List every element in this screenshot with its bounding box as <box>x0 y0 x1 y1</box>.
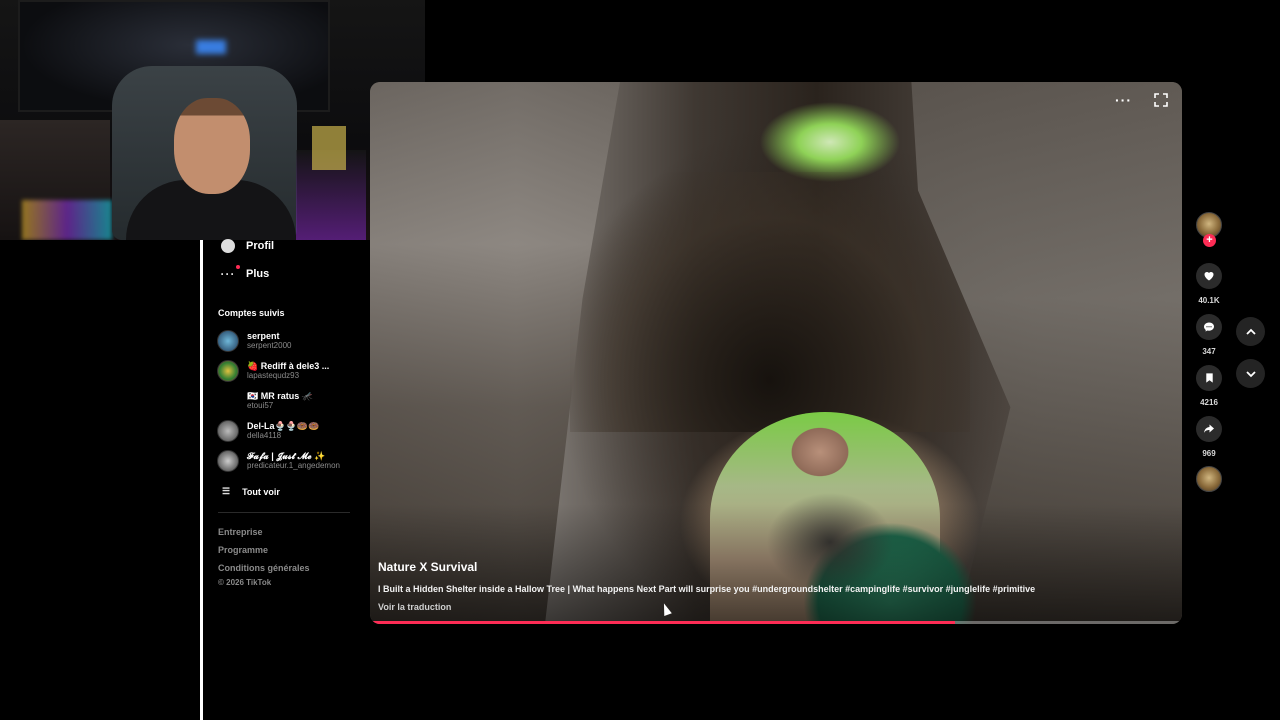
comment-icon <box>1204 322 1214 332</box>
see-all-label: Tout voir <box>242 486 280 497</box>
account-name: 🇰🇷 MR ratus 🦟 <box>247 391 313 401</box>
account-name: serpent <box>247 331 280 341</box>
video-scene-arch <box>570 172 970 432</box>
streamer-head <box>174 98 250 194</box>
see-all-link[interactable]: ☰ Tout voir <box>222 486 280 497</box>
video-player[interactable]: ··· Nature X Survival I Built a Hidden S… <box>370 82 1182 624</box>
share-icon <box>1204 424 1214 433</box>
fullscreen-icon[interactable] <box>1154 93 1168 107</box>
avatar <box>217 360 239 382</box>
sidebar-item-profile[interactable]: Profil <box>220 238 274 254</box>
account-username: etoui57 <box>247 401 274 410</box>
followed-account[interactable]: 𝓕𝓪𝓯𝓪 | 𝓙𝓾𝓼𝓽 𝓜𝓮 ✨ predicateur.1_angedemon <box>217 450 340 472</box>
more-icon: ··· <box>220 265 240 282</box>
sidebar-item-more[interactable]: ··· Plus <box>220 265 270 282</box>
avatar <box>217 330 239 352</box>
see-translation-link[interactable]: Voir la traduction <box>378 602 451 612</box>
bookmark-icon <box>1205 373 1213 383</box>
followed-account[interactable]: 🇰🇷 MR ratus 🦟 etoui57 <box>217 390 313 412</box>
video-bottom-shade <box>370 504 1182 624</box>
comment-button[interactable] <box>1196 314 1222 340</box>
save-button[interactable] <box>1196 365 1222 391</box>
avatar <box>217 390 239 412</box>
followed-accounts-title: Comptes suivis <box>218 308 285 318</box>
share-count: 969 <box>1202 449 1216 458</box>
sidebar-item-label: Profil <box>246 240 275 252</box>
profile-icon <box>220 238 236 254</box>
footer-link-company[interactable]: Entreprise <box>218 527 263 537</box>
more-options-icon[interactable]: ··· <box>1115 92 1132 108</box>
sidebar-item-label: Plus <box>246 268 270 280</box>
account-name: 𝓕𝓪𝓯𝓪 | 𝓙𝓾𝓼𝓽 𝓜𝓮 ✨ <box>247 451 326 461</box>
save-count: 4216 <box>1200 398 1218 407</box>
followed-account[interactable]: 🍓 Rediff à dele3 ... lapastequdz93 <box>217 360 329 382</box>
copyright: © 2026 TikTok <box>218 578 272 587</box>
follow-plus-icon[interactable]: + <box>1203 234 1216 247</box>
heart-icon <box>1204 272 1214 281</box>
comment-count: 347 <box>1202 347 1216 356</box>
previous-video-button[interactable] <box>1236 317 1265 346</box>
next-video-button[interactable] <box>1236 359 1265 388</box>
account-name: Del-La🍨🍨🍩🍩 <box>247 421 320 431</box>
music-disc-avatar[interactable] <box>1196 466 1222 492</box>
like-button[interactable] <box>1196 263 1222 289</box>
neon-light <box>22 200 112 240</box>
background-box <box>312 126 346 170</box>
followed-account[interactable]: serpent serpent2000 <box>217 330 291 352</box>
video-description: I Built a Hidden Shelter inside a Hallow… <box>378 584 1036 594</box>
avatar <box>217 420 239 442</box>
like-count: 40.1K <box>1198 296 1220 305</box>
webcam-overlay <box>0 0 425 240</box>
avatar <box>217 450 239 472</box>
share-button[interactable] <box>1196 416 1222 442</box>
account-username: della4118 <box>247 431 282 440</box>
video-top-controls: ··· <box>1115 92 1168 108</box>
video-author[interactable]: Nature X Survival <box>378 560 477 574</box>
account-username: serpent2000 <box>247 341 292 350</box>
footer-link-terms[interactable]: Conditions générales <box>218 563 310 573</box>
chevron-down-icon <box>1245 370 1256 377</box>
sidebar-separator <box>218 512 350 513</box>
video-progress-fill <box>370 621 955 624</box>
account-username: predicateur.1_angedemon <box>247 461 340 470</box>
account-username: lapastequdz93 <box>247 371 300 380</box>
account-name: 🍓 Rediff à dele3 ... <box>247 361 330 371</box>
video-progress-bar[interactable] <box>370 621 1182 624</box>
chevron-up-icon <box>1245 328 1256 335</box>
footer-link-program[interactable]: Programme <box>218 545 268 555</box>
list-icon: ☰ <box>222 486 231 496</box>
sidebar-divider <box>200 240 203 720</box>
followed-account[interactable]: Del-La🍨🍨🍩🍩 della4118 <box>217 420 319 442</box>
